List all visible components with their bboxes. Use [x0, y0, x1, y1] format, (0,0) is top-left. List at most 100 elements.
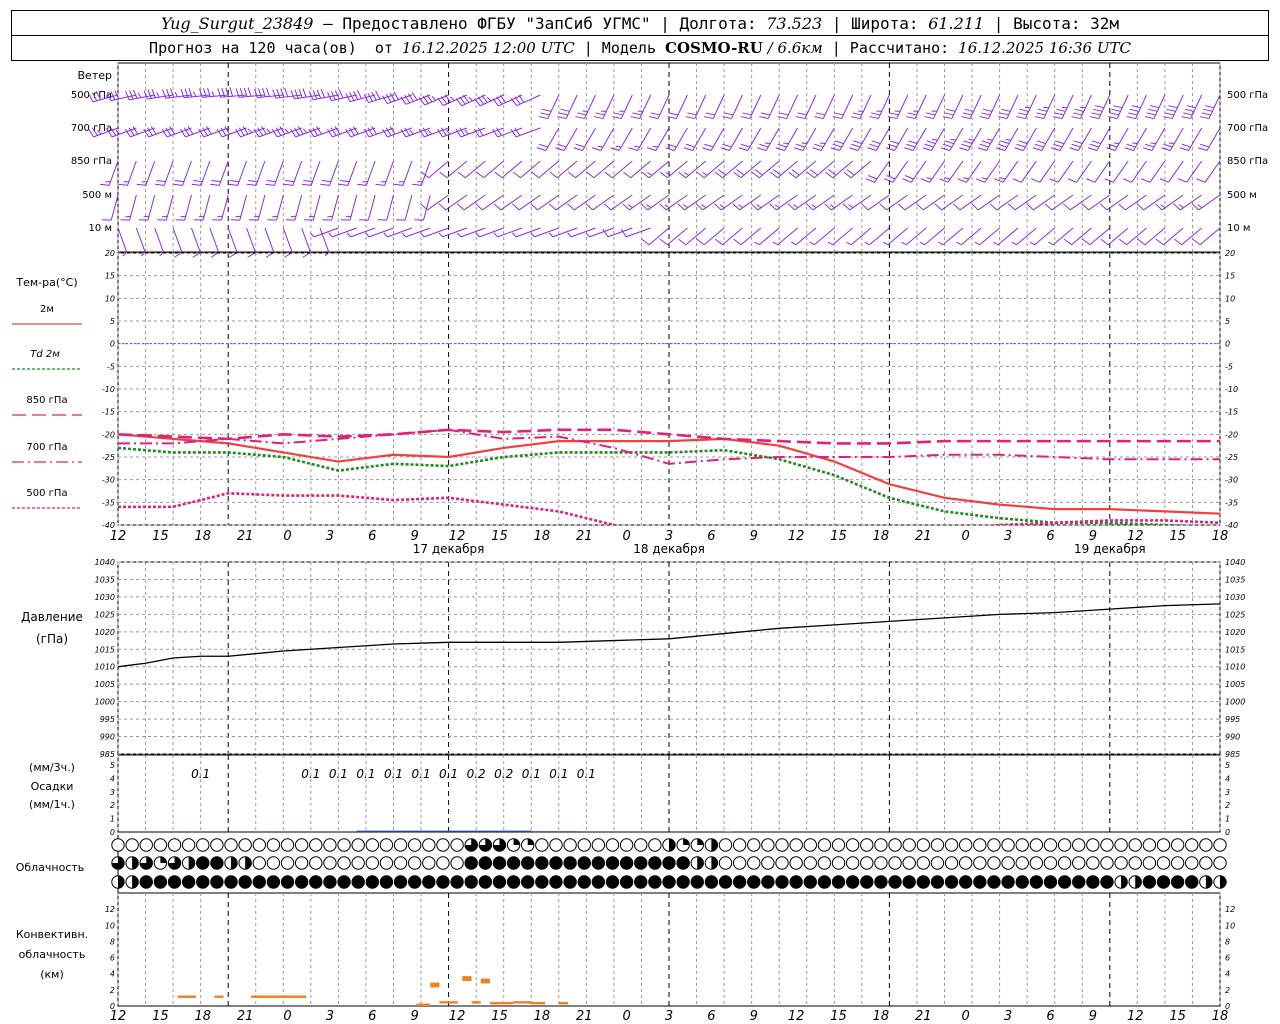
wind-barb-feather	[1034, 143, 1044, 148]
wind-barb-feather	[1007, 203, 1016, 211]
wind-barb-feather	[1144, 116, 1155, 120]
wind-barb-shaft	[648, 227, 670, 246]
wind-barb-feather	[265, 87, 270, 97]
wind-barb-feather	[809, 169, 818, 176]
wind-barb-shaft	[867, 194, 890, 211]
wind-barb	[1089, 94, 1111, 120]
cloud-circle	[817, 856, 832, 870]
cloud-circle	[323, 856, 337, 870]
wind-barb	[1126, 94, 1147, 120]
hour-label: 0	[622, 529, 630, 544]
wind-barb	[585, 194, 615, 211]
cloud-circle	[930, 838, 945, 852]
conv-tick-right: 6	[1225, 954, 1230, 963]
wind-barb-shaft	[1033, 194, 1055, 211]
wind-barb-feather	[825, 171, 834, 179]
cloud-cover-symbol	[987, 838, 1001, 852]
conv-tick-left: 10	[105, 921, 115, 930]
wind-barb-feather	[1124, 147, 1134, 151]
cloud-circle	[351, 856, 365, 870]
cloud-fill	[648, 856, 662, 870]
cloud-fill	[366, 875, 379, 889]
cloud-cover-symbol	[888, 875, 902, 889]
wind-barb-feather	[1093, 108, 1103, 112]
wind-barb	[328, 227, 357, 238]
wind-barb	[702, 127, 725, 151]
wind-barb	[320, 160, 339, 186]
wind-barb-feather	[247, 128, 253, 134]
wind-barb-feather	[577, 112, 587, 116]
cloud-cover-symbol	[210, 838, 224, 852]
conv-tick-left: 6	[110, 954, 115, 963]
wind-barb-feather	[942, 143, 953, 148]
y-tick-label-right: 1030	[1225, 593, 1245, 602]
wind-barb-feather	[904, 175, 914, 180]
cloud-cover-symbol	[266, 838, 281, 852]
cloud-circle	[422, 838, 436, 852]
wind-barb-feather	[512, 171, 521, 179]
wind-barb-feather	[575, 116, 585, 120]
cloud-circle	[167, 838, 182, 852]
wind-barb-feather	[908, 140, 918, 145]
conv-segment	[480, 978, 490, 984]
wind-barb-feather	[846, 169, 855, 176]
wind-barb-feather	[934, 203, 942, 211]
wind-barb-feather	[356, 90, 363, 99]
hour-label: 18	[873, 529, 890, 544]
wind-barb	[757, 127, 780, 151]
wind-barb	[1144, 94, 1166, 120]
wind-barb-feather	[981, 140, 991, 145]
wind-barb-feather	[811, 204, 817, 209]
cloud-circle	[860, 856, 874, 870]
cloud-fill	[118, 875, 125, 889]
precip-tick-left: 1	[110, 815, 115, 824]
wind-barb-feather	[493, 232, 499, 238]
wind-barb-feather	[685, 116, 695, 120]
cloud-cover-symbol	[944, 875, 959, 889]
wind-barb-feather	[751, 171, 760, 179]
cloud-cover-symbol	[549, 856, 563, 870]
cloud-cover-symbol	[1086, 838, 1100, 852]
wind-barb-feather	[1200, 143, 1210, 148]
wind-barb-feather	[759, 143, 769, 148]
precip-3h-value: 0.2	[494, 767, 513, 781]
cloud-cover-symbol	[337, 875, 351, 889]
wind-barb-feather	[989, 203, 998, 211]
wind-barb	[383, 227, 413, 238]
y-tick-label-right: 990	[1225, 733, 1240, 742]
wind-barb	[510, 127, 541, 138]
legend-label: 850 гПа	[26, 395, 67, 406]
wind-barb	[971, 194, 1000, 211]
cloud-circle	[718, 838, 733, 852]
y-tick-label-left: 985	[100, 750, 115, 759]
wind-barb-shaft	[1181, 227, 1202, 246]
cloud-circle	[1043, 856, 1058, 870]
cloud-fill	[775, 875, 789, 889]
cloud-circle	[365, 838, 380, 852]
wind-barb	[493, 194, 523, 211]
wind-barb-feather	[1063, 238, 1072, 246]
cloud-circle	[407, 856, 422, 870]
wind-barb-shaft	[135, 227, 146, 253]
cloud-cover-symbol	[309, 875, 323, 889]
wind-barb-feather	[846, 241, 852, 246]
wind-barb-shaft	[1126, 227, 1147, 246]
conv-segment	[214, 995, 224, 998]
cloud-cover-symbol	[111, 838, 125, 852]
legend-label: 500 гПа	[26, 488, 67, 499]
conv-tick-right: 12	[1225, 905, 1235, 914]
wind-barb-shaft	[117, 227, 128, 253]
cloud-cover-symbol	[1156, 875, 1171, 889]
wind-barb-feather	[567, 171, 576, 179]
wind-barb-feather	[494, 171, 503, 179]
wind-barb-feather	[169, 126, 175, 135]
cloud-fill	[527, 838, 534, 845]
cloud-cover-symbol	[125, 875, 139, 889]
wind-barb-feather	[187, 126, 194, 135]
cloud-cover-symbol	[266, 875, 281, 889]
wind-barb-feather	[440, 96, 448, 105]
hour-label: 0	[622, 1009, 630, 1024]
cloud-circle	[351, 838, 365, 852]
cloud-circle	[1100, 856, 1114, 870]
cloud-cover-symbol	[888, 838, 902, 852]
